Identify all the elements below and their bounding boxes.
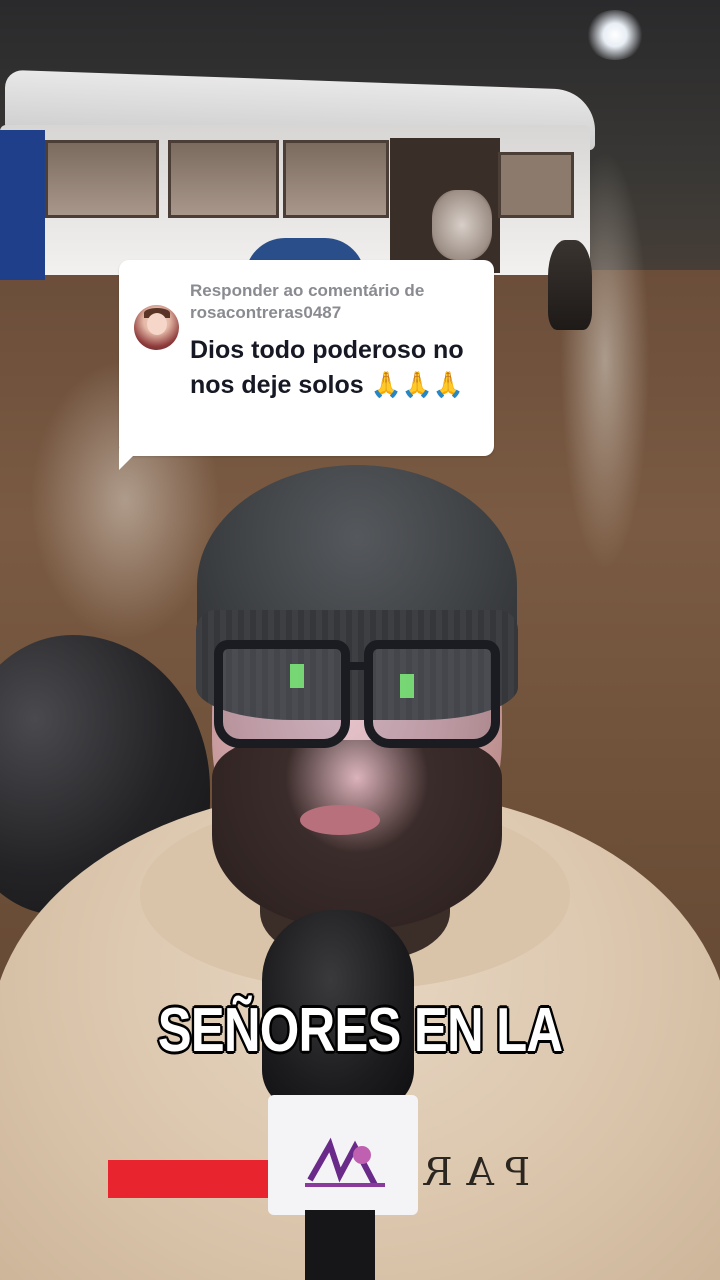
video-frame[interactable]: PAR [0,0,720,1280]
presenter-beard [212,740,502,930]
person-in-water [432,190,492,260]
reply-to-label: Responder ao comentário de rosacontreras… [190,281,425,322]
hoodie-print: PAR [410,1150,531,1194]
video-caption: SEÑORES EN LA [157,996,563,1065]
reply-card-tail [119,448,141,470]
glasses [214,640,500,750]
mic-flag-logo [305,1137,385,1187]
person-in-water [548,240,592,330]
user-avatar-icon[interactable] [134,305,179,350]
street-light [585,10,645,60]
reply-comment-card[interactable]: Responder ao comentário de rosacontreras… [119,260,494,456]
comment-text: Dios todo poderoso no nos deje solos 🙏🙏🙏 [190,336,464,399]
